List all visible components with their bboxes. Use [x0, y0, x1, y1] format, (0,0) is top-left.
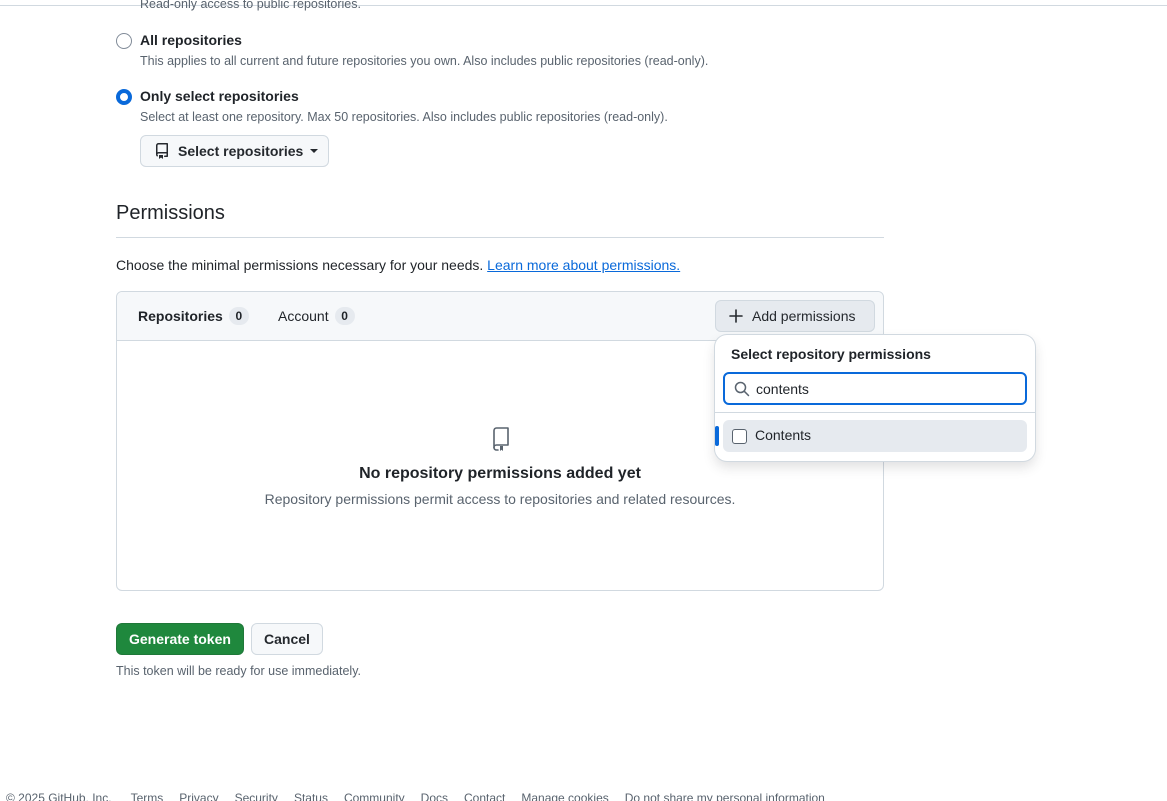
radio-label-only-select-repositories[interactable]: Only select repositories — [140, 88, 299, 104]
permissions-tab-bar: Repositories 0 Account 0 Add permissions — [117, 292, 883, 341]
tab-repositories-label: Repositories — [138, 308, 223, 324]
tab-account[interactable]: Account 0 — [278, 307, 355, 325]
permissions-description: Choose the minimal permissions necessary… — [116, 257, 680, 273]
dropdown-title: Select repository permissions — [731, 346, 931, 362]
footer-link-terms[interactable]: Terms — [131, 791, 164, 801]
footer-link-do-not-share[interactable]: Do not share my personal information — [625, 791, 825, 801]
footer: © 2025 GitHub, Inc. Terms Privacy Securi… — [6, 791, 841, 801]
radio-label-all-repositories[interactable]: All repositories — [140, 32, 242, 48]
footer-copyright: © 2025 GitHub, Inc. — [6, 791, 112, 801]
empty-state-title: No repository permissions added yet — [359, 465, 641, 482]
repo-icon — [491, 427, 511, 456]
cancel-button[interactable]: Cancel — [251, 623, 323, 655]
repo-icon — [154, 143, 170, 159]
generate-token-button[interactable]: Generate token — [116, 623, 244, 655]
footer-link-security[interactable]: Security — [235, 791, 278, 801]
radio-description-only-select-repositories: Select at least one repository. Max 50 r… — [140, 110, 668, 124]
tab-account-count: 0 — [334, 307, 355, 325]
footer-link-community[interactable]: Community — [344, 791, 405, 801]
footer-link-privacy[interactable]: Privacy — [179, 791, 218, 801]
permissions-search-input[interactable] — [756, 377, 1016, 400]
select-repositories-button[interactable]: Select repositories — [140, 135, 329, 167]
plus-icon — [729, 309, 743, 323]
page: Read-only access to public repositories.… — [0, 0, 1167, 801]
search-icon — [734, 381, 750, 402]
learn-more-permissions-link[interactable]: Learn more about permissions. — [487, 257, 680, 273]
radio-only-select-repositories[interactable] — [116, 89, 132, 105]
empty-state-description: Repository permissions permit access to … — [264, 491, 736, 507]
footer-link-docs[interactable]: Docs — [421, 791, 448, 801]
footer-link-contact[interactable]: Contact — [464, 791, 505, 801]
permissions-search-box[interactable] — [723, 372, 1027, 405]
footer-link-manage-cookies[interactable]: Manage cookies — [521, 791, 608, 801]
add-permissions-button[interactable]: Add permissions — [715, 300, 875, 332]
tab-repositories-count: 0 — [228, 307, 249, 325]
dropdown-divider — [715, 412, 1035, 413]
token-ready-note: This token will be ready for use immedia… — [116, 664, 362, 678]
active-item-indicator — [715, 426, 719, 446]
tab-account-label: Account — [278, 308, 329, 324]
tab-repositories[interactable]: Repositories 0 — [138, 307, 249, 325]
permissions-divider — [116, 237, 884, 238]
permissions-heading: Permissions — [116, 202, 225, 224]
permission-option-contents[interactable]: Contents — [715, 420, 1027, 452]
caret-down-icon — [310, 149, 319, 153]
radio-description-all-repositories: This applies to all current and future r… — [140, 54, 709, 68]
permissions-description-text: Choose the minimal permissions necessary… — [116, 257, 484, 273]
permission-option-label: Contents — [755, 427, 812, 443]
add-permissions-label: Add permissions — [752, 308, 856, 324]
radio-all-repositories[interactable] — [116, 33, 132, 49]
select-repositories-label: Select repositories — [178, 143, 304, 159]
public-repos-description: Read-only access to public repositories. — [140, 0, 361, 11]
repository-permissions-dropdown: Select repository permissions Contents — [715, 335, 1035, 461]
contents-checkbox[interactable] — [732, 429, 747, 444]
footer-link-status[interactable]: Status — [294, 791, 328, 801]
